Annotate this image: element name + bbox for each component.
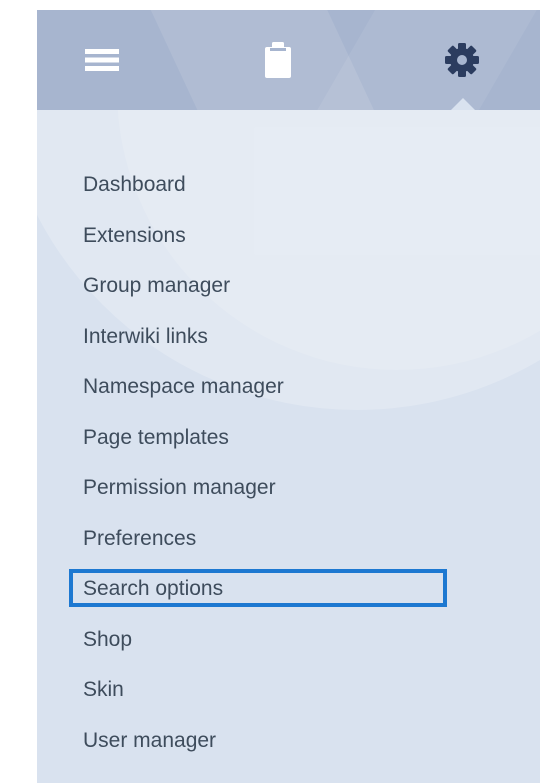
admin-flyout-panel: Dashboard Extensions Group manager Inter… <box>37 10 540 783</box>
tab-clipboard[interactable] <box>218 10 338 110</box>
menu-item-extensions[interactable]: Extensions <box>37 211 540 262</box>
hamburger-menu-icon <box>85 49 119 71</box>
menu-item-permission-manager[interactable]: Permission manager <box>37 463 540 514</box>
menu-item-user-manager[interactable]: User manager <box>37 716 540 767</box>
menu-item-namespace-manager[interactable]: Namespace manager <box>37 362 540 413</box>
gear-icon <box>445 43 479 77</box>
menu-item-page-templates[interactable]: Page templates <box>37 413 540 464</box>
tab-global-actions[interactable] <box>402 10 522 110</box>
flyout-tab-bar <box>37 10 540 110</box>
menu-item-shop[interactable]: Shop <box>37 615 540 666</box>
menu-item-skin[interactable]: Skin <box>37 665 540 716</box>
admin-menu-list: Dashboard Extensions Group manager Inter… <box>37 160 540 766</box>
menu-item-interwiki-links[interactable]: Interwiki links <box>37 312 540 363</box>
menu-item-search-options[interactable]: Search options <box>37 564 540 615</box>
menu-item-dashboard[interactable]: Dashboard <box>37 160 540 211</box>
clipboard-icon <box>265 42 291 78</box>
tab-navigation[interactable] <box>42 10 162 110</box>
active-tab-pointer <box>451 98 475 110</box>
menu-item-group-manager[interactable]: Group manager <box>37 261 540 312</box>
menu-item-preferences[interactable]: Preferences <box>37 514 540 565</box>
